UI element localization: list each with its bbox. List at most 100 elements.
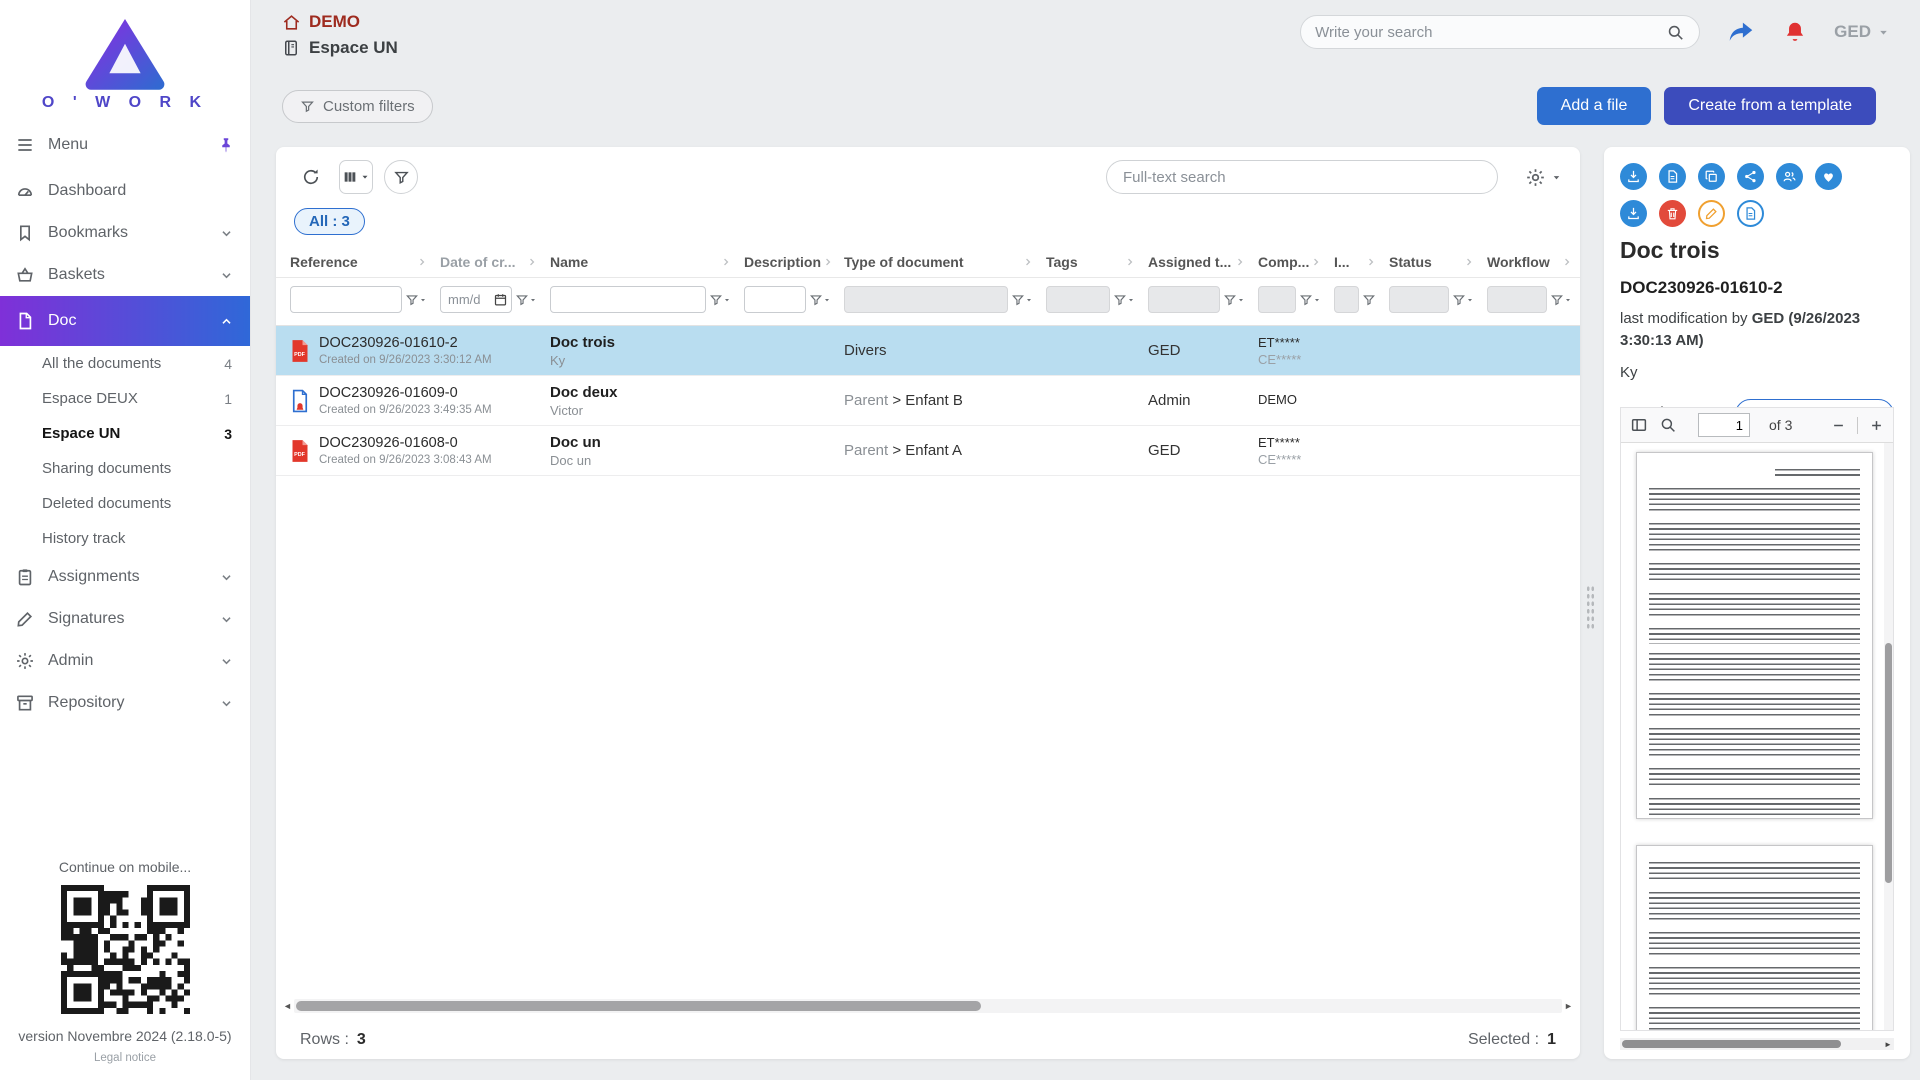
table-row[interactable]: DOC230926-01609-0 Created on 9/26/2023 3… [276, 376, 1580, 426]
table-row[interactable]: DOC230926-01608-0 Created on 9/26/2023 3… [276, 426, 1580, 476]
column-header-description[interactable]: Description [736, 247, 836, 277]
zoom-out-button[interactable] [1831, 418, 1846, 433]
collaborators-button[interactable] [1776, 163, 1803, 190]
share-button[interactable] [1726, 17, 1756, 47]
duplicate-button[interactable] [1698, 163, 1725, 190]
name-filter-funnel[interactable] [709, 293, 731, 307]
column-header-workflow[interactable]: Workflow [1479, 247, 1577, 277]
sidebar-item-admin[interactable]: Admin [0, 640, 250, 682]
user-menu[interactable]: GED [1834, 22, 1890, 42]
breadcrumb-space[interactable]: Espace UN [282, 38, 398, 58]
filters-button[interactable] [384, 160, 418, 194]
workflow-filter-funnel[interactable] [1550, 293, 1572, 307]
pdf-vertical-scrollbar[interactable] [1884, 443, 1893, 1030]
column-header-type[interactable]: Type of document [836, 247, 1038, 277]
sidebar-item-signatures[interactable]: Signatures [0, 598, 250, 640]
custom-filters-button[interactable]: Custom filters [282, 90, 433, 123]
column-header-extra[interactable]: V... [1577, 247, 1580, 277]
i-filter-funnel[interactable] [1362, 293, 1376, 307]
scrollbar-thumb[interactable] [1622, 1040, 1841, 1048]
fulltext-search-input[interactable] [1106, 160, 1498, 194]
columns-button[interactable] [339, 160, 373, 194]
column-header-reference[interactable]: Reference [282, 247, 432, 277]
column-header-date[interactable]: Date of cr... [432, 247, 542, 277]
scrollbar-thumb[interactable] [1885, 643, 1892, 884]
notifications-button[interactable] [1782, 19, 1808, 45]
search-icon[interactable] [1666, 23, 1685, 42]
status-filter-funnel[interactable] [1452, 293, 1474, 307]
name-cell: Doc un Doc un [542, 434, 736, 468]
legal-notice-link[interactable]: Legal notice [0, 1052, 250, 1064]
sidebar-item-dashboard[interactable]: Dashboard [0, 170, 250, 212]
share-document-button[interactable] [1737, 163, 1764, 190]
assigned-filter-select[interactable] [1148, 286, 1220, 313]
sidebar-subitem-deleted-documents[interactable]: Deleted documents [0, 486, 250, 521]
create-from-template-button[interactable]: Create from a template [1664, 87, 1876, 125]
column-header-comp[interactable]: Comp... [1250, 247, 1326, 277]
version-text: version Novembre 2024 (2.18.0-5) [0, 1028, 250, 1044]
sidebar-subitem-all-documents[interactable]: All the documents 4 [0, 346, 250, 381]
print-button[interactable] [1620, 200, 1647, 227]
column-header-i[interactable]: I... [1326, 247, 1381, 277]
scrollbar-track[interactable] [294, 999, 1562, 1013]
download-button[interactable] [1620, 163, 1647, 190]
table-row[interactable]: DOC230926-01610-2 Created on 9/26/2023 3… [276, 326, 1580, 376]
scroll-right-arrow[interactable]: ► [1882, 1040, 1894, 1049]
assigned-filter-funnel[interactable] [1223, 293, 1245, 307]
column-header-status[interactable]: Status [1381, 247, 1479, 277]
table-settings-button[interactable] [1525, 167, 1562, 188]
sidebar-subitem-sharing-documents[interactable]: Sharing documents [0, 451, 250, 486]
scroll-right-arrow[interactable]: ► [1562, 999, 1575, 1013]
reference-filter-input[interactable] [290, 286, 402, 313]
pdf-horizontal-scrollbar[interactable]: ► [1620, 1038, 1894, 1050]
pin-icon[interactable] [217, 136, 235, 154]
sidebar-item-repository[interactable]: Repository [0, 682, 250, 724]
pdf-search-button[interactable] [1659, 416, 1677, 434]
type-filter-funnel[interactable] [1011, 293, 1033, 307]
scroll-left-arrow[interactable]: ◄ [281, 999, 294, 1013]
sidebar-subitem-history-track[interactable]: History track [0, 521, 250, 556]
column-header-name[interactable]: Name [542, 247, 736, 277]
favorite-button[interactable] [1815, 163, 1842, 190]
panel-resize-handle[interactable] [1586, 585, 1595, 631]
comp-filter-select[interactable] [1258, 286, 1296, 313]
sidebar-item-doc[interactable]: Doc [0, 296, 250, 346]
date-filter-funnel[interactable] [515, 293, 537, 307]
global-search-input[interactable] [1315, 24, 1666, 41]
name-filter-input[interactable] [550, 286, 706, 313]
export-file-button[interactable] [1659, 163, 1686, 190]
scrollbar-thumb[interactable] [296, 1001, 981, 1011]
breadcrumb-workspace[interactable]: DEMO [282, 12, 398, 32]
status-filter-select[interactable] [1389, 286, 1449, 313]
zoom-in-button[interactable] [1869, 418, 1884, 433]
description-filter-input[interactable] [744, 286, 806, 313]
workflow-filter-select[interactable] [1487, 286, 1547, 313]
calendar-icon[interactable] [493, 292, 508, 307]
page-number-input[interactable] [1698, 413, 1750, 437]
sidebar-item-baskets[interactable]: Baskets [0, 254, 250, 296]
i-filter-select[interactable] [1334, 286, 1359, 313]
table-toolbar [276, 147, 1580, 200]
add-file-button[interactable]: Add a file [1537, 87, 1652, 125]
document-properties-button[interactable] [1737, 200, 1764, 227]
sidebar-subitem-espace-un[interactable]: Espace UN 3 [0, 416, 250, 451]
tags-filter-select[interactable] [1046, 286, 1110, 313]
reference-filter-funnel[interactable] [405, 293, 427, 307]
pdf-file-icon [290, 439, 310, 463]
sidebar-subitem-espace-deux[interactable]: Espace DEUX 1 [0, 381, 250, 416]
thumbnails-toggle-button[interactable] [1630, 416, 1648, 434]
edit-button[interactable] [1698, 200, 1725, 227]
sidebar-item-assignments[interactable]: Assignments [0, 556, 250, 598]
column-header-tags[interactable]: Tags [1038, 247, 1140, 277]
type-filter-select[interactable] [844, 286, 1008, 313]
description-filter-funnel[interactable] [809, 293, 831, 307]
column-header-assigned[interactable]: Assigned t... [1140, 247, 1250, 277]
refresh-button[interactable] [294, 160, 328, 194]
tags-filter-funnel[interactable] [1113, 293, 1135, 307]
table-horizontal-scrollbar[interactable]: ◄ ► [281, 999, 1575, 1013]
sidebar-menu-toggle[interactable]: Menu [0, 120, 250, 170]
comp-filter-funnel[interactable] [1299, 293, 1321, 307]
all-filter-chip[interactable]: All : 3 [294, 208, 365, 235]
sidebar-item-bookmarks[interactable]: Bookmarks [0, 212, 250, 254]
delete-button[interactable] [1659, 200, 1686, 227]
